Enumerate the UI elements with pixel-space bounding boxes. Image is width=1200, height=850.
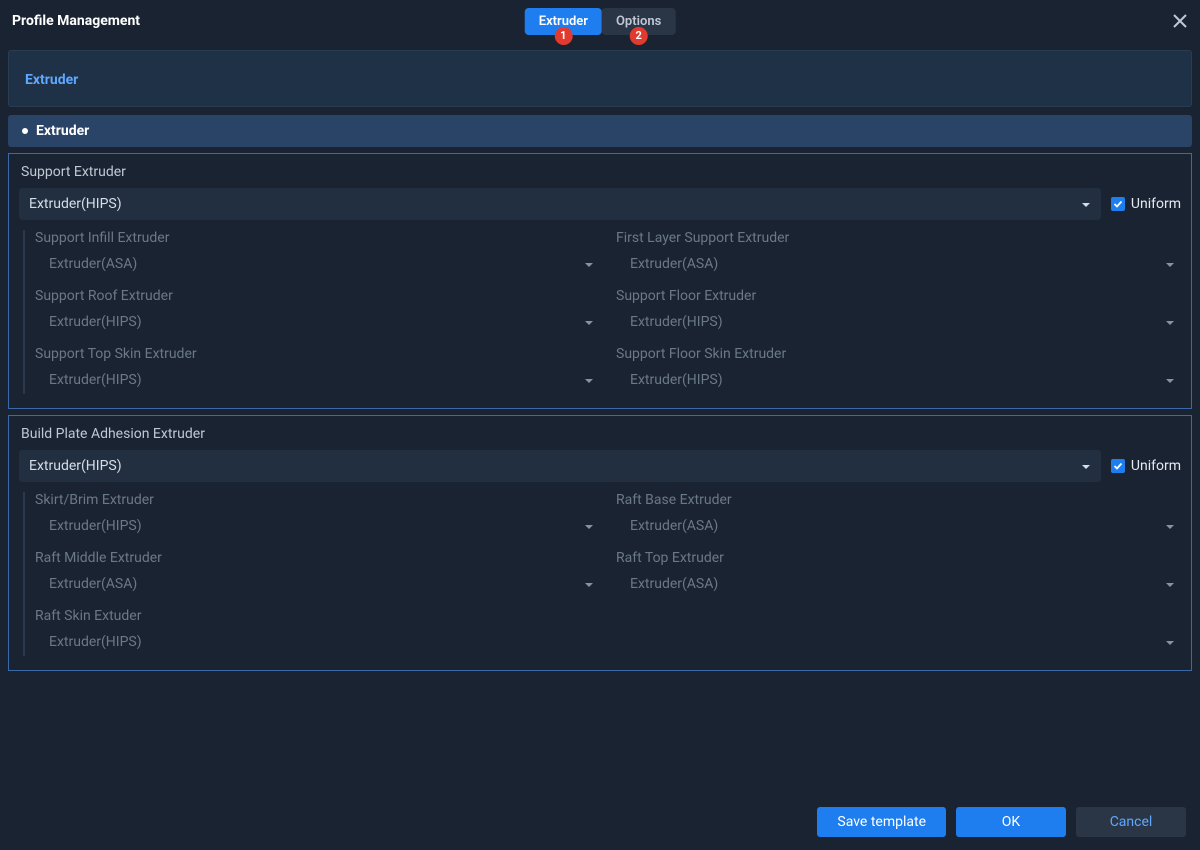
select-first-layer-support[interactable]: Extruder(ASA)	[616, 250, 1181, 278]
breadcrumb: Extruder	[25, 72, 78, 88]
label-first-layer-support: First Layer Support Extruder	[616, 230, 1181, 246]
select-raft-base[interactable]: Extruder(ASA)	[616, 512, 1181, 540]
close-icon[interactable]	[1172, 13, 1188, 29]
support-uniform-label: Uniform	[1131, 196, 1181, 212]
select-raft-skin[interactable]: Extruder(HIPS)	[35, 628, 1181, 656]
tab-options[interactable]: Options 2	[602, 8, 675, 35]
value-raft-middle: Extruder(ASA)	[49, 576, 137, 592]
select-skirt-brim[interactable]: Extruder(HIPS)	[35, 512, 600, 540]
adhesion-uniform-checkbox[interactable]	[1111, 459, 1125, 473]
chevron-down-icon	[1081, 195, 1091, 214]
tab-options-badge: 2	[630, 27, 648, 45]
select-support-roof[interactable]: Extruder(HIPS)	[35, 308, 600, 336]
group-adhesion-extruder: Build Plate Adhesion Extruder Extruder(H…	[8, 415, 1192, 671]
save-template-button[interactable]: Save template	[817, 807, 946, 837]
bullet-icon	[22, 128, 28, 134]
window-title: Profile Management	[12, 13, 140, 29]
select-support-infill[interactable]: Extruder(ASA)	[35, 250, 600, 278]
field-raft-middle: Raft Middle Extruder Extruder(ASA)	[35, 550, 600, 598]
chevron-down-icon	[584, 313, 594, 332]
group-support-extruder: Support Extruder Extruder(HIPS) Uniform …	[8, 153, 1192, 409]
field-first-layer-support: First Layer Support Extruder Extruder(AS…	[616, 230, 1181, 278]
chevron-down-icon	[1165, 575, 1175, 594]
field-raft-skin: Raft Skin Extuder Extruder(HIPS)	[35, 608, 1181, 656]
field-support-floor-skin: Support Floor Skin Extruder Extruder(HIP…	[616, 346, 1181, 394]
select-support-top-skin[interactable]: Extruder(HIPS)	[35, 366, 600, 394]
section-title: Extruder	[36, 123, 89, 139]
support-uniform: Uniform	[1111, 196, 1181, 212]
value-raft-top: Extruder(ASA)	[630, 576, 718, 592]
select-raft-middle[interactable]: Extruder(ASA)	[35, 570, 600, 598]
select-raft-top[interactable]: Extruder(ASA)	[616, 570, 1181, 598]
field-support-top-skin: Support Top Skin Extruder Extruder(HIPS)	[35, 346, 600, 394]
chevron-down-icon	[1165, 633, 1175, 652]
value-support-roof: Extruder(HIPS)	[49, 314, 142, 330]
label-raft-skin: Raft Skin Extuder	[35, 608, 1181, 624]
chevron-down-icon	[584, 517, 594, 536]
label-support-floor-skin: Support Floor Skin Extruder	[616, 346, 1181, 362]
value-support-floor: Extruder(HIPS)	[630, 314, 723, 330]
support-subfields: Support Infill Extruder Extruder(ASA) Fi…	[23, 230, 1181, 394]
dialog-body: Extruder Extruder Support Extruder Extru…	[0, 42, 1200, 794]
select-support-floor[interactable]: Extruder(HIPS)	[616, 308, 1181, 336]
field-skirt-brim: Skirt/Brim Extruder Extruder(HIPS)	[35, 492, 600, 540]
adhesion-subfields: Skirt/Brim Extruder Extruder(HIPS) Raft …	[23, 492, 1181, 656]
adhesion-extruder-select[interactable]: Extruder(HIPS)	[19, 450, 1101, 482]
select-support-floor-skin[interactable]: Extruder(HIPS)	[616, 366, 1181, 394]
tab-extruder[interactable]: Extruder 1	[525, 8, 602, 35]
support-extruder-value: Extruder(HIPS)	[29, 196, 122, 212]
field-support-infill: Support Infill Extruder Extruder(ASA)	[35, 230, 600, 278]
value-raft-skin: Extruder(HIPS)	[49, 634, 142, 650]
field-raft-base: Raft Base Extruder Extruder(ASA)	[616, 492, 1181, 540]
label-raft-base: Raft Base Extruder	[616, 492, 1181, 508]
label-raft-middle: Raft Middle Extruder	[35, 550, 600, 566]
breadcrumb-panel: Extruder	[8, 50, 1192, 107]
cancel-button[interactable]: Cancel	[1076, 807, 1186, 837]
ok-button[interactable]: OK	[956, 807, 1066, 837]
chevron-down-icon	[584, 255, 594, 274]
chevron-down-icon	[1165, 255, 1175, 274]
group-support-title: Support Extruder	[21, 164, 1181, 180]
group-adhesion-title: Build Plate Adhesion Extruder	[21, 426, 1181, 442]
label-raft-top: Raft Top Extruder	[616, 550, 1181, 566]
value-support-floor-skin: Extruder(HIPS)	[630, 372, 723, 388]
label-skirt-brim: Skirt/Brim Extruder	[35, 492, 600, 508]
adhesion-uniform-label: Uniform	[1131, 458, 1181, 474]
label-support-roof: Support Roof Extruder	[35, 288, 600, 304]
adhesion-extruder-value: Extruder(HIPS)	[29, 458, 122, 474]
chevron-down-icon	[1081, 457, 1091, 476]
label-support-floor: Support Floor Extruder	[616, 288, 1181, 304]
field-support-roof: Support Roof Extruder Extruder(HIPS)	[35, 288, 600, 336]
tab-extruder-badge: 1	[554, 27, 572, 45]
tab-group: Extruder 1 Options 2	[525, 8, 676, 35]
chevron-down-icon	[1165, 517, 1175, 536]
chevron-down-icon	[584, 575, 594, 594]
ok-label: OK	[1002, 814, 1020, 830]
field-raft-top: Raft Top Extruder Extruder(ASA)	[616, 550, 1181, 598]
support-extruder-select[interactable]: Extruder(HIPS)	[19, 188, 1101, 220]
footer: Save template OK Cancel	[0, 794, 1200, 850]
value-support-top-skin: Extruder(HIPS)	[49, 372, 142, 388]
chevron-down-icon	[1165, 371, 1175, 390]
label-support-infill: Support Infill Extruder	[35, 230, 600, 246]
chevron-down-icon	[584, 371, 594, 390]
value-support-infill: Extruder(ASA)	[49, 256, 137, 272]
section-header-extruder[interactable]: Extruder	[8, 115, 1192, 147]
cancel-label: Cancel	[1110, 814, 1153, 830]
value-raft-base: Extruder(ASA)	[630, 518, 718, 534]
value-skirt-brim: Extruder(HIPS)	[49, 518, 142, 534]
field-support-floor: Support Floor Extruder Extruder(HIPS)	[616, 288, 1181, 336]
save-template-label: Save template	[837, 814, 926, 830]
titlebar: Profile Management Extruder 1 Options 2	[0, 0, 1200, 42]
value-first-layer-support: Extruder(ASA)	[630, 256, 718, 272]
support-uniform-checkbox[interactable]	[1111, 197, 1125, 211]
chevron-down-icon	[1165, 313, 1175, 332]
adhesion-uniform: Uniform	[1111, 458, 1181, 474]
label-support-top-skin: Support Top Skin Extruder	[35, 346, 600, 362]
